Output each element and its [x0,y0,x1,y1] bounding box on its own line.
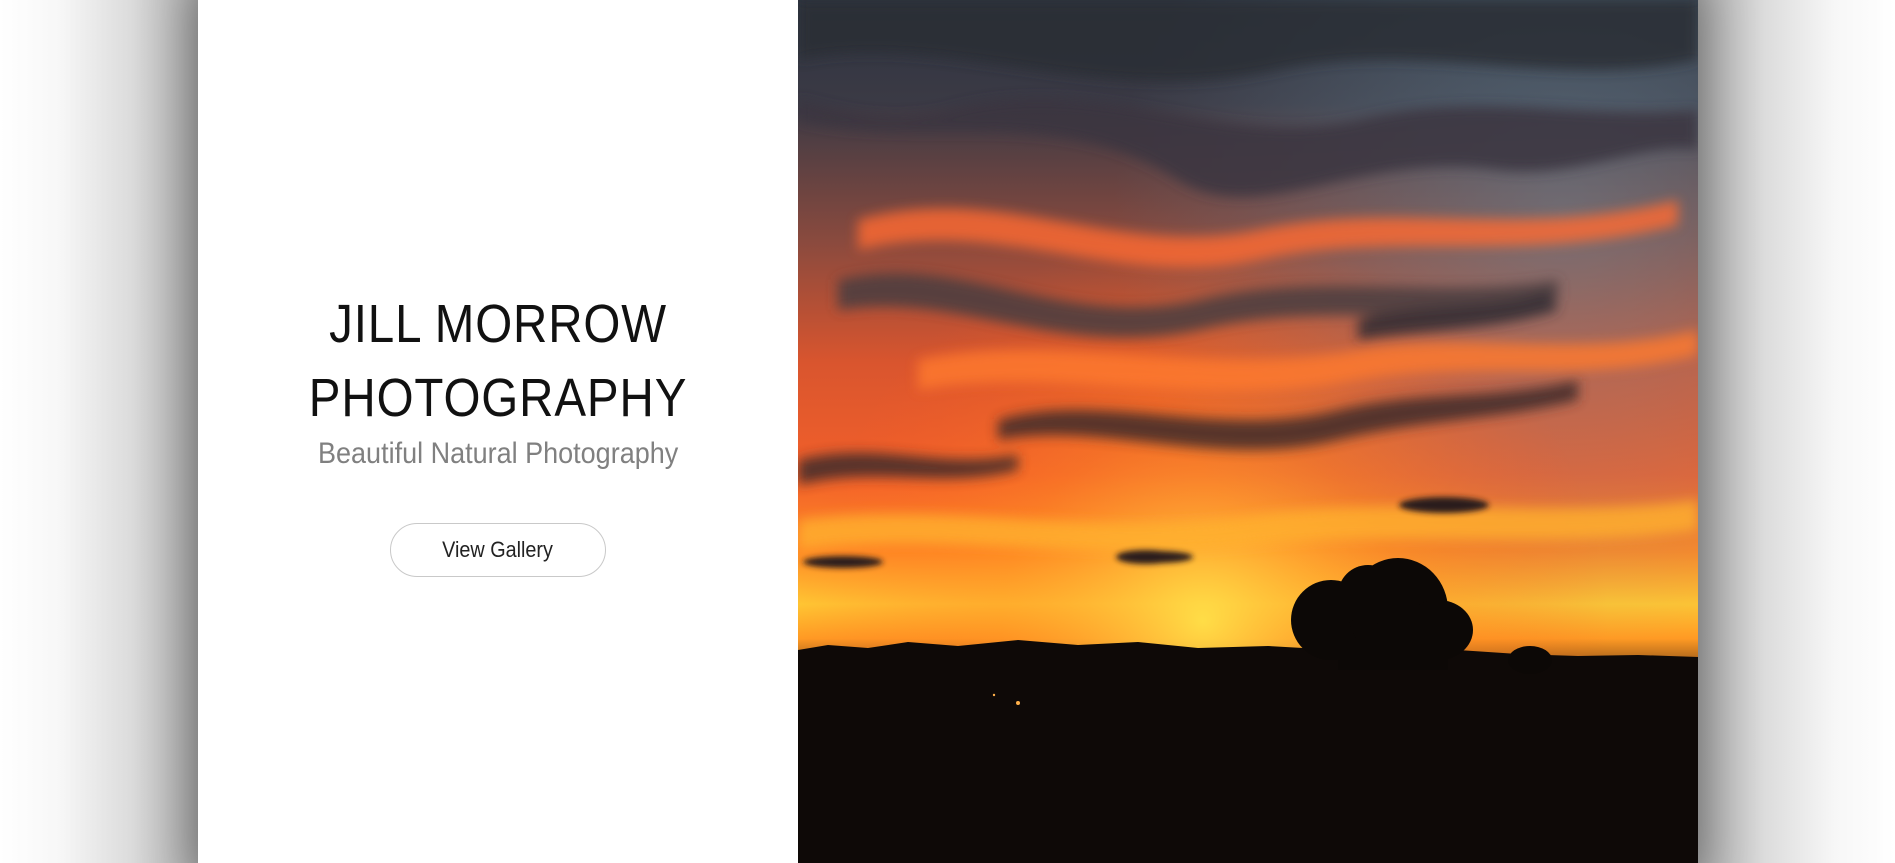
site-title-line-2: PHOTOGRAPHY [308,367,688,428]
hero-section: JILL MORROW PHOTOGRAPHY Beautiful Natura… [198,0,1698,863]
view-gallery-button-label: View Gallery [442,536,554,562]
site-title: JILL MORROW PHOTOGRAPHY [309,287,687,435]
site-tagline: Beautiful Natural Photography [317,436,679,470]
hero-text-panel: JILL MORROW PHOTOGRAPHY Beautiful Natura… [198,0,798,863]
site-title-line-1: JILL MORROW [329,293,667,354]
view-gallery-button[interactable]: View Gallery [390,522,606,577]
sunset-photo-image [798,0,1698,863]
hero-photo [798,0,1698,863]
